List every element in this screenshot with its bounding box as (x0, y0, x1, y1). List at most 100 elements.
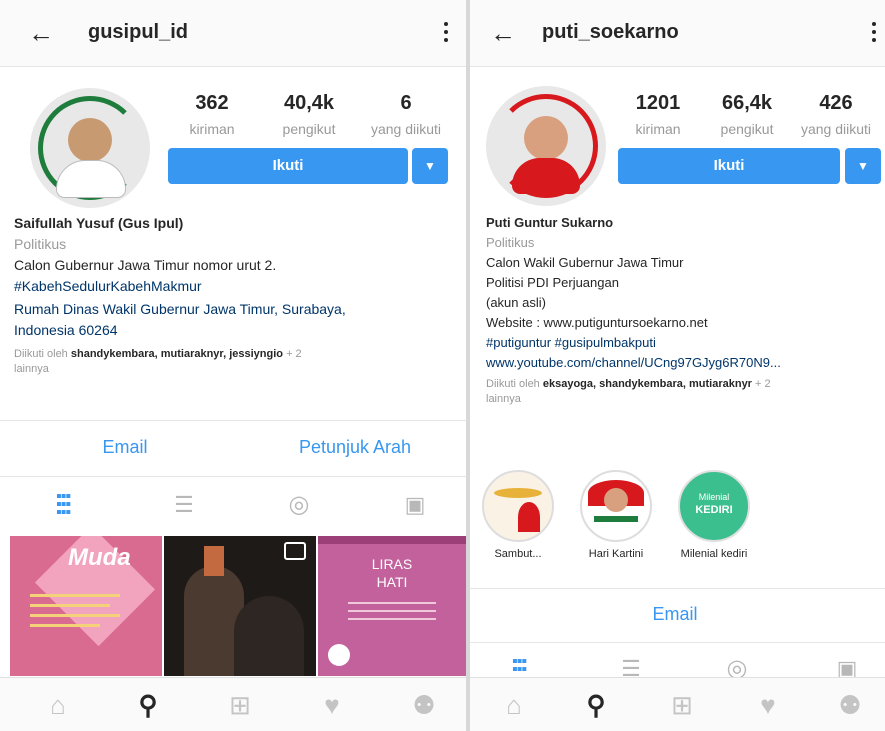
grid-icon[interactable]: ▪▪▪ ▪▪▪ (504, 654, 534, 678)
stat-followers-count: 66,4k (721, 92, 773, 114)
stat-followers-count: 40,4k (283, 92, 335, 114)
stat-following[interactable]: 426 yang diikuti (788, 92, 884, 137)
stat-followers[interactable]: 40,4k pengikut (266, 92, 352, 137)
bio-line: Calon Gubernur Jawa Timur nomor urut 2. (14, 257, 277, 273)
followed-by[interactable]: Diikuti oleh shandykembara, mutiaraknyr,… (14, 347, 454, 377)
followed-by-prefix: Diikuti oleh (14, 348, 71, 360)
follow-button[interactable]: Ikuti (168, 148, 408, 184)
profile-full-name: Puti Guntur Sukarno (486, 215, 614, 230)
followed-by-suffix: + 2 (283, 348, 302, 360)
grid-icon[interactable]: ▪▪▪ ▪▪▪ ▪▪▪ (48, 489, 78, 521)
more-vertical-icon[interactable] (872, 22, 876, 42)
top-bar: ← gusipul_id (0, 0, 466, 67)
home-icon[interactable]: ⌂ (28, 690, 88, 721)
stat-following-count: 426 (819, 92, 853, 114)
divider (470, 588, 885, 589)
more-vertical-icon[interactable] (444, 22, 448, 42)
divider (470, 642, 885, 643)
highlight-cover (482, 470, 554, 542)
divider (0, 476, 466, 477)
profile-category: Politikus (486, 235, 535, 250)
bio-link[interactable]: www.youtube.com/channel/UCng97GJyg6R70N9… (486, 353, 882, 373)
highlight-label: Hari Kartini (588, 548, 644, 560)
followed-by[interactable]: Diikuti oleh eksayoga, shandykembara, mu… (486, 377, 882, 407)
profile-full-name: Saifullah Yusuf (Gus Ipul) (14, 215, 184, 231)
highlight-cover-text: Milenial (698, 492, 730, 502)
story-highlight[interactable]: Hari Kartini (580, 470, 652, 560)
stat-following[interactable]: 6 yang diikuti (356, 92, 456, 137)
stat-followers[interactable]: 66,4k pengikut (704, 92, 790, 137)
chevron-down-icon[interactable]: ▼ (412, 148, 448, 184)
search-icon[interactable]: ⚲ (118, 690, 178, 721)
bio-hashtags[interactable]: #KabehSedulurKabehMakmur (14, 276, 454, 297)
profile-icon[interactable]: ⚉ (394, 690, 454, 721)
profile-category: Politikus (14, 236, 67, 252)
story-highlight[interactable]: Sambut... (482, 470, 554, 560)
stat-posts[interactable]: 362 kiriman (178, 92, 246, 137)
profile-bio: Saifullah Yusuf (Gus Ipul) Politikus Cal… (14, 213, 454, 377)
stat-posts[interactable]: 1201 kiriman (622, 92, 694, 137)
list-icon[interactable]: ☰ (167, 492, 201, 518)
bio-hashtags[interactable]: #putiguntur #gusipulmbakputi (486, 333, 882, 353)
search-icon[interactable]: ⚲ (566, 690, 626, 721)
stat-posts-label: kiriman (189, 121, 235, 137)
profile-panel-gusipul: ← gusipul_id 362 kiriman 40,4k pengikut … (0, 0, 466, 731)
profile-username: gusipul_id (88, 21, 188, 43)
post-thumbnail[interactable]: Muda (10, 536, 162, 676)
bottom-nav: ⌂ ⚲ ⊞ ♥ ⚉ (470, 677, 885, 731)
stat-followers-label: pengikut (720, 121, 774, 137)
email-button[interactable]: Email (620, 604, 730, 625)
stat-following-label: yang diikuti (370, 121, 442, 137)
bio-website: Website : www.putiguntursoekarno.net (486, 315, 708, 330)
divider (0, 420, 466, 421)
stat-posts-count: 1201 (635, 92, 681, 114)
avatar[interactable] (486, 86, 606, 206)
top-bar: ← puti_soekarno (470, 0, 885, 67)
highlight-label: Milenial kediri (680, 548, 748, 560)
stat-posts-label: kiriman (635, 121, 681, 137)
followed-by-suffix: + 2 (751, 378, 771, 390)
highlight-cover (580, 470, 652, 542)
highlight-cover-text: KEDIRI (695, 504, 733, 516)
bio-address[interactable]: Rumah Dinas Wakil Gubernur Jawa Timur, S… (14, 299, 454, 320)
followed-by-more: lainnya (486, 393, 521, 405)
heart-icon[interactable]: ♥ (738, 690, 798, 721)
post-text: Muda (68, 544, 131, 571)
home-icon[interactable]: ⌂ (484, 690, 544, 721)
profile-panel-puti: ← puti_soekarno 1201 kiriman 66,4k pengi… (470, 0, 885, 731)
avatar[interactable] (30, 88, 150, 208)
followed-by-names: eksayoga, shandykembara, mutiaraknyr (542, 378, 752, 390)
tagged-icon[interactable]: ◎ (282, 490, 316, 519)
chevron-down-icon[interactable]: ▼ (845, 148, 881, 184)
stat-followers-label: pengikut (282, 121, 336, 137)
follow-button[interactable]: Ikuti (618, 148, 840, 184)
add-icon[interactable]: ⊞ (210, 690, 270, 721)
profile-username: puti_soekarno (542, 21, 679, 43)
post-text: LIRAS (371, 556, 413, 572)
arrow-left-icon[interactable]: ← (28, 20, 54, 46)
bottom-nav: ⌂ ⚲ ⊞ ♥ ⚉ (0, 677, 466, 731)
bio-line: (akun asli) (486, 295, 546, 310)
profile-bio: Puti Guntur Sukarno Politikus Calon Waki… (486, 213, 882, 407)
email-button[interactable]: Email (40, 437, 210, 458)
followed-by-prefix: Diikuti oleh (486, 378, 543, 390)
bio-address-2[interactable]: Indonesia 60264 (14, 320, 454, 341)
stat-following-label: yang diikuti (800, 121, 872, 137)
stat-posts-count: 362 (195, 92, 229, 114)
saved-icon[interactable]: ▣ (398, 492, 432, 518)
heart-icon[interactable]: ♥ (302, 690, 362, 721)
arrow-left-icon[interactable]: ← (490, 20, 516, 46)
post-thumbnail[interactable]: LIRAS HATI (318, 536, 466, 676)
post-text: HATI (376, 574, 408, 590)
bio-line: Politisi PDI Perjuangan (486, 275, 619, 290)
stat-following-count: 6 (400, 92, 412, 114)
post-thumbnail[interactable] (164, 536, 316, 676)
story-highlight[interactable]: Milenial KEDIRI Milenial kediri (678, 470, 750, 560)
followed-by-names: shandykembara, mutiaraknyr, jessiyngio (70, 348, 284, 360)
directions-button[interactable]: Petunjuk Arah (270, 437, 440, 458)
profile-icon[interactable]: ⚉ (820, 690, 880, 721)
bio-line: Calon Wakil Gubernur Jawa Timur (486, 255, 684, 270)
highlight-cover: Milenial KEDIRI (678, 470, 750, 542)
followed-by-more: lainnya (14, 363, 49, 375)
add-icon[interactable]: ⊞ (652, 690, 712, 721)
